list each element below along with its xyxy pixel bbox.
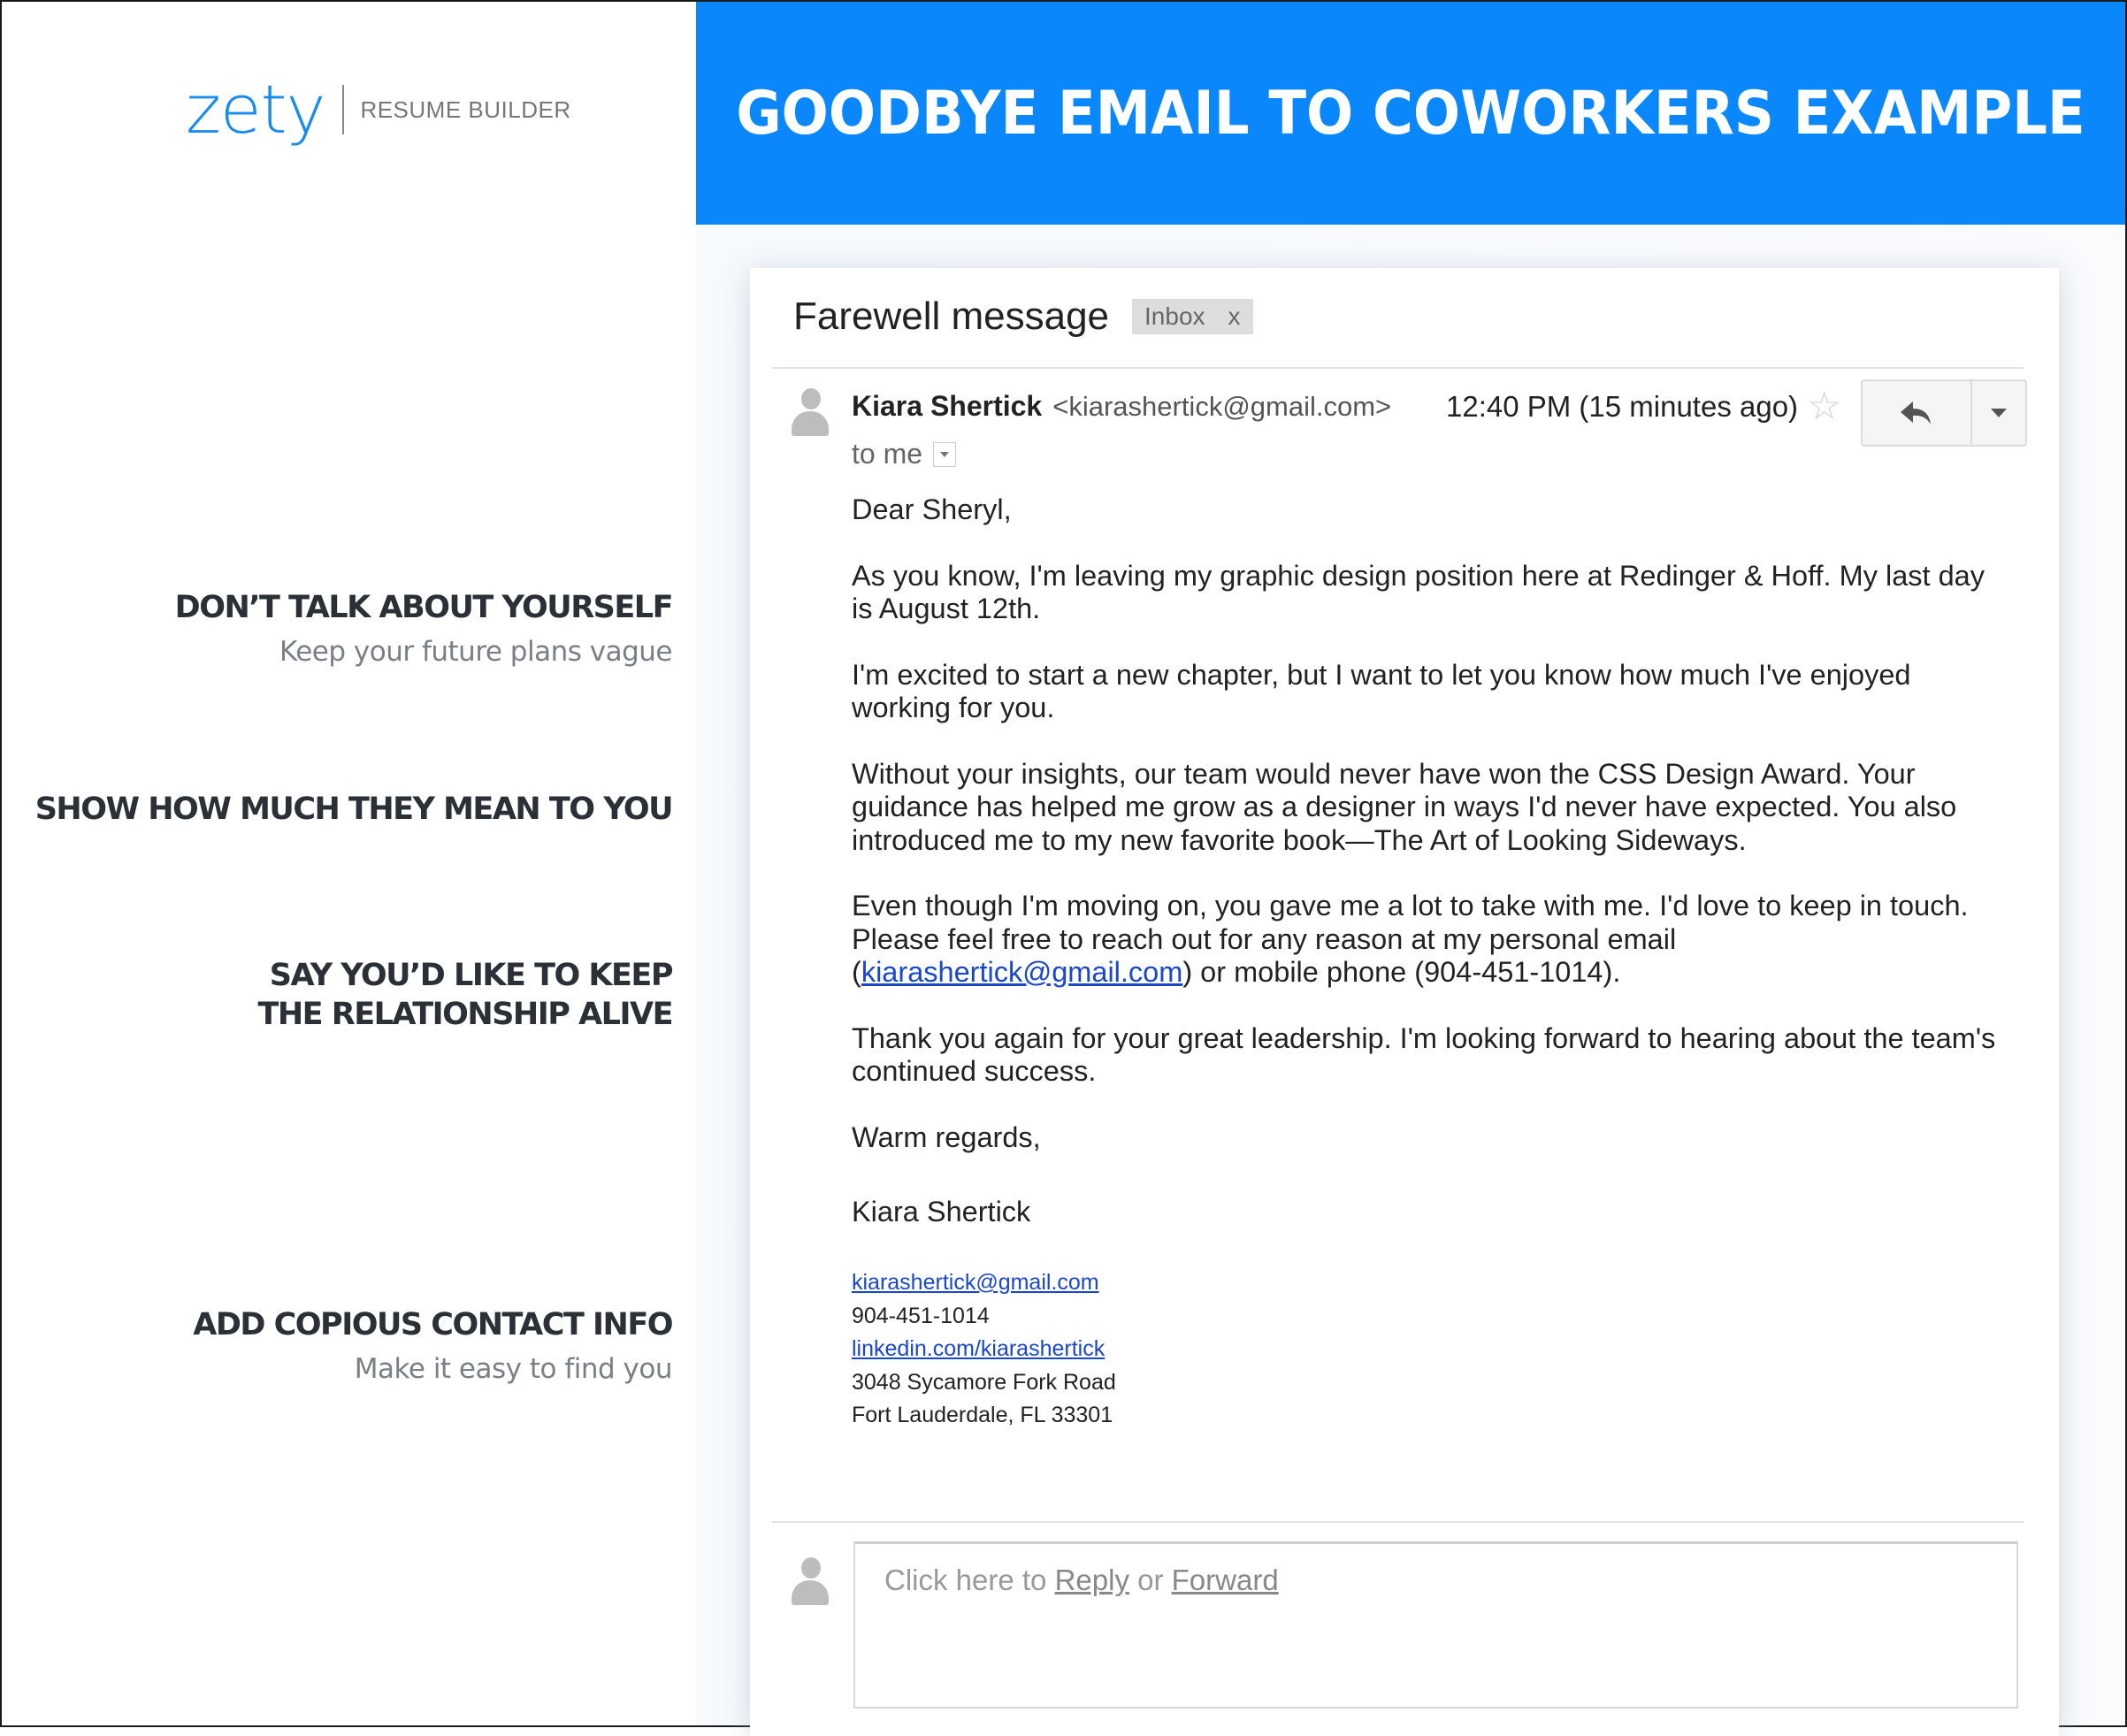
logo-tagline: RESUME BUILDER [360,96,571,123]
tip-add-contact-info: ADD COPIOUS CONTACT INFO Make it easy to… [193,1305,673,1388]
more-actions-button[interactable] [1972,381,2025,445]
caret-down-icon [1991,409,2007,417]
subject-row: Farewell message Inbox x [793,294,1253,339]
tip-title-line2: THE RELATIONSHIP ALIVE [257,997,673,1032]
sender-row: Kiara Shertick <kiarashertick@gmail.com> [852,390,1391,423]
show-details-dropdown[interactable] [933,441,957,467]
sender-avatar-icon [792,388,829,438]
header-banner: GOODBYE EMAIL TO COWORKERS EXAMPLE [696,2,2125,225]
zety-logo[interactable]: zety RESUME BUILDER [186,76,571,143]
paragraph: As you know, I'm leaving my graphic desi… [852,559,1985,625]
tip-dont-talk-about-yourself: DON’T TALK ABOUT YOURSELF Keep your futu… [174,588,674,671]
tip-title: ADD COPIOUS CONTACT INFO [193,1307,673,1342]
signature-email-link[interactable]: kiarashertick@gmail.com [852,1266,1116,1300]
address-line2: Fort Lauderdale, FL 33301 [852,1403,1113,1427]
text: ) or mobile phone (904-451-1014). [1182,956,1621,988]
sender-name[interactable]: Kiara Shertick [852,390,1042,423]
tip-show-how-much: SHOW HOW MUCH THEY MEAN TO YOU [34,790,674,829]
forward-link[interactable]: Forward [1172,1564,1279,1596]
header-divider [772,367,2024,369]
page-title: GOODBYE EMAIL TO COWORKERS EXAMPLE [736,78,2085,149]
address-line1: 3048 Sycamore Fork Road [852,1369,1116,1395]
email-card: Farewell message Inbox x Kiara Shertick … [750,268,2059,1736]
reply-link[interactable]: Reply [1055,1564,1129,1596]
recipient-row: to me [852,438,957,470]
signature-name: Kiara Shertick [852,1196,1031,1227]
text: or [1129,1564,1172,1596]
email-link[interactable]: kiarashertick@gmail.com [861,956,1183,988]
logo-divider [342,85,345,134]
linkedin-link[interactable]: linkedin.com/kiarashertick [852,1333,1116,1366]
user-avatar-icon [792,1557,829,1607]
text: Click here to [884,1564,1055,1596]
closing: Warm regards, [852,1120,1041,1153]
recipient-text: to me [852,438,923,470]
signature-contact: kiarashertick@gmail.com 904-451-1014 lin… [852,1266,1116,1433]
tip-subtitle: Keep your future plans vague [279,636,673,668]
reply-prompt: Click here to Reply or Forward [884,1564,1279,1597]
reply-button[interactable] [1863,381,1972,445]
email-timestamp: 12:40 PM (15 minutes ago) [1446,390,1799,423]
footer-divider [772,1521,2024,1523]
thanks-paragraph: Thank you again for your great leadershi… [852,1021,1996,1088]
paragraph: I'm excited to start a new chapter, but … [852,658,1911,724]
logo-wordmark: zety [186,70,325,149]
tip-subtitle: Make it easy to find you [354,1353,673,1385]
star-icon[interactable]: ☆ [1807,387,1841,426]
email-subject: Farewell message [793,294,1110,338]
tip-keep-relationship-alive: SAY YOU’D LIKE TO KEEP THE RELATIONSHIP … [257,956,674,1034]
signature-phone: 904-451-1014 [852,1303,990,1328]
greeting: Dear Sheryl, [852,493,1012,525]
inbox-label[interactable]: Inbox x [1132,299,1253,334]
reply-arrow-icon [1901,401,1931,424]
sender-email: <kiarashertick@gmail.com> [1052,391,1392,422]
keep-in-touch-paragraph: Even though I'm moving on, you gave me a… [852,890,2001,990]
caret-down-icon [940,451,950,457]
email-body: Dear Sheryl, As you know, I'm leaving my… [852,493,2001,1262]
reply-box[interactable]: Click here to Reply or Forward [853,1541,2018,1709]
tip-title-line1: SAY YOU’D LIKE TO KEEP [269,958,674,993]
label-text: Inbox [1144,302,1205,330]
tip-title: SHOW HOW MUCH THEY MEAN TO YOU [34,792,674,827]
remove-label-button[interactable]: x [1228,302,1241,331]
paragraph: Without your insights, our team would ne… [852,757,1957,856]
reply-button-group [1861,379,2027,447]
tip-title: DON’T TALK ABOUT YOURSELF [174,590,674,625]
